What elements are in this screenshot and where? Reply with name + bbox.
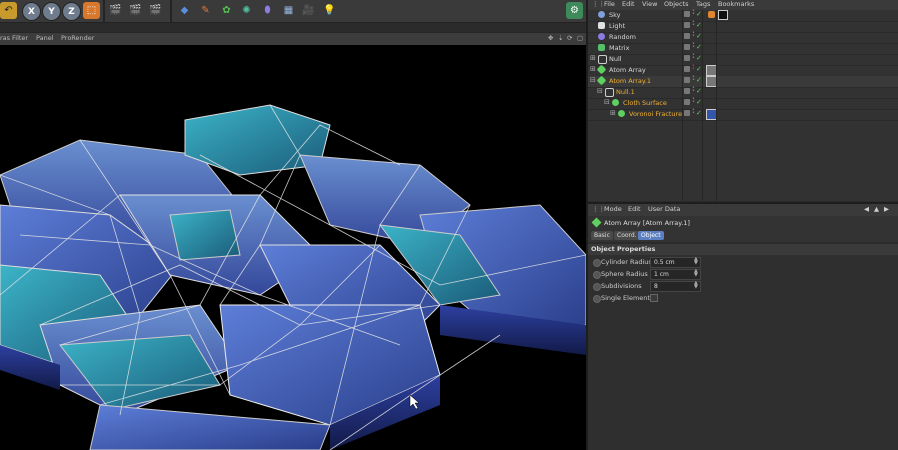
menu-bookmarks[interactable]: Bookmarks bbox=[718, 0, 754, 8]
prop-subdivisions: Subdivisions 8 ▲ ▼ bbox=[588, 281, 898, 292]
menu-file[interactable]: File bbox=[604, 0, 615, 8]
expand-icon[interactable]: ⊞ bbox=[590, 65, 596, 73]
menu-tags[interactable]: Tags bbox=[696, 0, 710, 8]
object-row-voronoi-fracture[interactable]: ⊞ Voronoi Fracture • • ✓ bbox=[588, 108, 898, 121]
menu-view[interactable]: View bbox=[642, 0, 657, 8]
tab-object[interactable]: Object bbox=[638, 231, 664, 240]
attribute-properties: Cylinder Radius 0.5 cm ▲ ▼ Sphere Radius … bbox=[588, 255, 898, 450]
null-icon bbox=[598, 55, 607, 64]
viewport-menu-filter[interactable]: Filter bbox=[12, 34, 28, 42]
layout-icon[interactable]: ⚙ bbox=[566, 2, 583, 19]
move-view-icon[interactable]: ✥ bbox=[548, 34, 553, 42]
enabled-check-icon[interactable]: ✓ bbox=[696, 10, 702, 18]
x-axis-button[interactable]: X bbox=[22, 2, 41, 21]
light-icon[interactable]: 💡 bbox=[321, 2, 338, 19]
object-list: Sky • • ✓ Light • • ✓ Random • • ✓ Matrix •… bbox=[588, 9, 898, 201]
y-axis-button[interactable]: Y bbox=[42, 2, 61, 21]
prop-cylinder-radius: Cylinder Radius 0.5 cm ▲ ▼ bbox=[588, 257, 898, 268]
expand-icon[interactable]: ⊞ bbox=[590, 54, 596, 62]
material-tag-icon bbox=[718, 10, 728, 20]
sky-icon bbox=[598, 11, 605, 18]
tab-coord[interactable]: Coord. bbox=[614, 231, 640, 240]
coordinate-system-icon[interactable]: ⬚ bbox=[83, 2, 100, 19]
atom-array-icon bbox=[596, 75, 607, 86]
stepper-icon[interactable]: ▲ ▼ bbox=[694, 269, 698, 278]
subdivision-icon[interactable]: ✿ bbox=[218, 2, 235, 19]
animate-bullet-icon[interactable] bbox=[593, 295, 601, 303]
viewport-menu-cameras[interactable]: ras bbox=[0, 34, 10, 42]
deformer-icon[interactable]: ⬮ bbox=[259, 2, 276, 19]
forward-arrow-icon[interactable]: ▶ bbox=[884, 205, 889, 213]
menu-objects[interactable]: Objects bbox=[664, 0, 689, 8]
rotate-view-icon[interactable]: ⟳ bbox=[567, 34, 572, 42]
render-picture-viewer-icon[interactable]: 🎬 bbox=[127, 2, 144, 19]
voronoi-fracture-icon bbox=[618, 110, 625, 117]
up-arrow-icon[interactable]: ▲ bbox=[874, 205, 879, 213]
stepper-icon[interactable]: ▲ ▼ bbox=[694, 257, 698, 266]
atom-array-icon bbox=[591, 217, 602, 228]
random-effector-icon bbox=[598, 33, 605, 40]
attribute-manager-menu: ⋮⋮ Mode Edit User Data ◀ ▲ ▶ bbox=[588, 202, 898, 216]
menu-mode[interactable]: Mode bbox=[604, 205, 622, 213]
collapse-icon[interactable]: ⊟ bbox=[590, 76, 596, 84]
attribute-tabs: Basic Coord. Object bbox=[588, 230, 898, 242]
viewport-menu-prorender[interactable]: ProRender bbox=[61, 34, 94, 42]
stepper-icon[interactable]: ▲ ▼ bbox=[694, 281, 698, 290]
render-settings-icon[interactable]: 🎬 bbox=[147, 2, 164, 19]
render-view-icon[interactable]: 🎬 bbox=[107, 2, 124, 19]
collapse-icon[interactable]: ⊟ bbox=[604, 98, 610, 106]
viewport-menu: ras Filter Panel ProRender ✥ ⇣ ⟳ ▢ bbox=[0, 32, 586, 45]
prop-sphere-radius: Sphere Radius 1 cm ▲ ▼ bbox=[588, 269, 898, 280]
null-icon bbox=[605, 88, 614, 97]
light-object-icon bbox=[598, 22, 605, 29]
camera-icon[interactable]: 🎥 bbox=[300, 2, 317, 19]
attribute-title: Atom Array [Atom Array.1] bbox=[604, 219, 690, 227]
atom-array-icon bbox=[596, 64, 607, 75]
3d-viewport[interactable] bbox=[0, 45, 586, 450]
expand-icon[interactable]: ⊞ bbox=[610, 109, 616, 117]
animate-bullet-icon[interactable] bbox=[593, 271, 601, 279]
main-toolbar: ↶ X Y Z ⬚ 🎬 🎬 🎬 ◆ ✎ ✿ ✺ ⬮ ▦ 🎥 💡 ⚙ bbox=[0, 0, 586, 23]
menu-edit[interactable]: Edit bbox=[622, 0, 635, 8]
toggle-view-icon[interactable]: ▢ bbox=[577, 34, 583, 42]
tag-icon bbox=[708, 11, 715, 18]
attribute-title-bar: Atom Array [Atom Array.1] bbox=[588, 216, 898, 230]
section-header: Object Properties bbox=[588, 244, 898, 255]
back-arrow-icon[interactable]: ◀ bbox=[864, 205, 869, 213]
array-icon[interactable]: ✺ bbox=[238, 2, 255, 19]
animate-bullet-icon[interactable] bbox=[593, 283, 601, 291]
tab-basic[interactable]: Basic bbox=[591, 231, 613, 240]
menu-edit[interactable]: Edit bbox=[628, 205, 641, 213]
zoom-view-icon[interactable]: ⇣ bbox=[558, 34, 563, 42]
viewport-menu-panel[interactable]: Panel bbox=[36, 34, 54, 42]
cloth-surface-icon bbox=[612, 99, 619, 106]
single-elements-checkbox[interactable] bbox=[650, 294, 658, 302]
z-axis-button[interactable]: Z bbox=[62, 2, 81, 21]
matrix-icon bbox=[598, 44, 605, 51]
collapse-icon[interactable]: ⊟ bbox=[597, 87, 603, 95]
voronoi-scene bbox=[0, 45, 586, 450]
layer-flag-icon bbox=[684, 11, 690, 17]
prop-single-elements: Single Elements bbox=[588, 293, 898, 304]
menu-user-data[interactable]: User Data bbox=[648, 205, 680, 213]
floor-icon[interactable]: ▦ bbox=[280, 2, 297, 19]
animate-bullet-icon[interactable] bbox=[593, 259, 601, 267]
pen-icon[interactable]: ✎ bbox=[197, 2, 214, 19]
object-manager-menu: ⋮⋮ File Edit View Objects Tags Bookmarks bbox=[588, 0, 898, 10]
undo-icon[interactable]: ↶ bbox=[0, 2, 17, 19]
cube-icon[interactable]: ◆ bbox=[176, 2, 193, 19]
